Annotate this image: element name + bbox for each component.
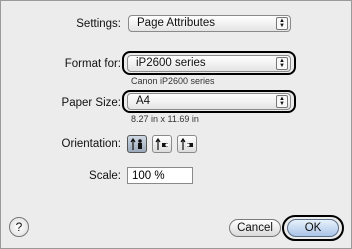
- popup-arrows-icon: ▲ ▼: [276, 57, 288, 70]
- popup-arrows-icon: ▲ ▼: [276, 17, 288, 30]
- settings-popup[interactable]: Page Attributes ▲ ▼: [128, 15, 291, 32]
- paper-size-label: Paper Size:: [61, 97, 121, 109]
- scale-label: Scale:: [89, 170, 121, 182]
- settings-label: Settings:: [76, 18, 121, 30]
- ok-button[interactable]: OK: [287, 219, 339, 237]
- paper-size-popup[interactable]: A4 ▲ ▼: [127, 93, 291, 110]
- cancel-button[interactable]: Cancel: [229, 219, 281, 237]
- landscape-right-icon: [180, 137, 193, 150]
- format-for-caption: Canon iP2600 series: [131, 76, 215, 86]
- page-setup-panel: Settings: Page Attributes ▲ ▼ Format for:…: [0, 0, 352, 249]
- orientation-landscape-right-button[interactable]: [177, 135, 197, 153]
- portrait-icon: [130, 137, 142, 150]
- format-for-popup[interactable]: iP2600 series ▲ ▼: [127, 55, 291, 72]
- paper-size-value: A4: [136, 95, 151, 107]
- popup-arrows-icon: ▲ ▼: [276, 95, 288, 108]
- format-for-value: iP2600 series: [136, 57, 206, 69]
- scale-input[interactable]: [127, 167, 193, 184]
- orientation-landscape-left-button[interactable]: [152, 135, 172, 153]
- help-button[interactable]: ?: [9, 217, 29, 237]
- orientation-portrait-button[interactable]: [127, 135, 147, 153]
- format-for-label: Format for:: [64, 58, 121, 70]
- paper-size-caption: 8.27 in x 11.69 in: [131, 114, 199, 124]
- orientation-label: Orientation:: [61, 138, 121, 150]
- landscape-left-icon: [155, 137, 169, 150]
- settings-value: Page Attributes: [137, 17, 215, 29]
